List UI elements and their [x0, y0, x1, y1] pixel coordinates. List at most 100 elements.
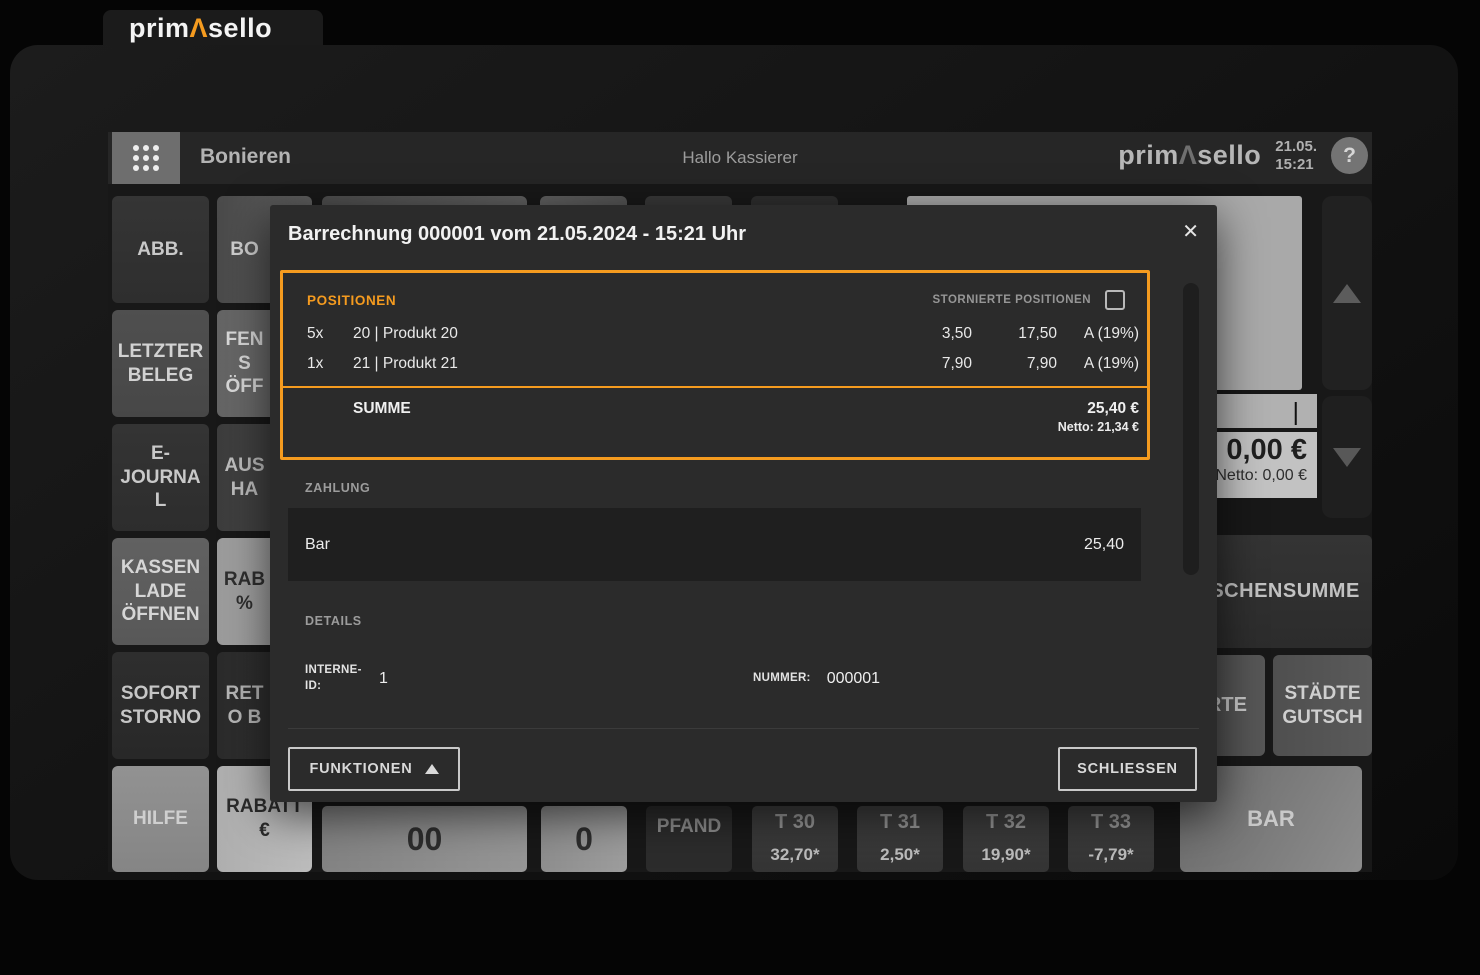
nummer-value: 000001 [827, 670, 880, 688]
button-label: RAB % [222, 568, 267, 616]
button-label: FENS ÖFF [222, 328, 267, 399]
arrow-up-icon [1333, 284, 1361, 303]
item-total: 17,50 [972, 325, 1057, 343]
schliessen-button[interactable]: SCHLIESSEN [1058, 747, 1197, 791]
footer-divider [288, 728, 1199, 729]
question-mark-icon: ? [1343, 144, 1356, 168]
interne-id-value: 1 [379, 670, 388, 688]
logo-text: sello [1197, 140, 1261, 170]
button-label: HILFE [133, 807, 188, 831]
button-label: SCHLIESSEN [1077, 761, 1178, 777]
item-name: 21 | Produkt 21 [353, 355, 892, 373]
nummer-label: NUMMER: [753, 671, 811, 687]
details-row: INTERNE-ID: 1 NUMMER: 000001 [305, 653, 1165, 705]
table-33-button[interactable]: T 33 -7,79* [1068, 806, 1154, 872]
screen: primΛsello Bonieren Hallo Kassierer prim… [0, 0, 1480, 975]
sidebar-item-hilfe[interactable]: HILFE [112, 766, 209, 872]
button-label: ABB. [137, 238, 183, 262]
close-icon[interactable]: ✕ [1182, 219, 1199, 244]
summe-label: SUMME [353, 400, 411, 418]
button-label: T 31 [880, 811, 920, 834]
scroll-down-button[interactable] [1322, 396, 1372, 518]
zahlung-heading: ZAHLUNG [305, 481, 370, 495]
keypad-00-button[interactable]: 00 [322, 806, 527, 872]
keypad-0-button[interactable]: 0 [541, 806, 627, 872]
dialog-scrollbar[interactable] [1183, 283, 1199, 575]
item-total: 7,90 [972, 355, 1057, 373]
button-label: PFAND [657, 816, 721, 838]
sidebar-item-sofort-storno[interactable]: SOFORT STORNO [112, 652, 209, 759]
button-label: SOFORT STORNO [117, 682, 204, 730]
payment-amount: 25,40 [1084, 536, 1124, 554]
item-unit-price: 7,90 [892, 355, 972, 373]
button-label: T 30 [775, 811, 815, 834]
zahlung-row: Bar 25,40 [288, 508, 1141, 581]
table-30-button[interactable]: T 30 32,70* [752, 806, 838, 872]
button-label: STÄDTE GUTSCH [1278, 682, 1367, 730]
button-label: E-JOURNAL [117, 442, 204, 513]
button-label: 0 [575, 821, 593, 858]
item-qty: 1x [307, 355, 353, 373]
details-heading: DETAILS [305, 614, 362, 628]
chevron-up-icon [425, 764, 439, 774]
button-label: LETZTER BELEG [117, 340, 204, 388]
staedte-gutschein-button[interactable]: STÄDTE GUTSCH [1273, 655, 1372, 756]
sidebar-item-abbruch[interactable]: ABB. [112, 196, 209, 303]
logo-text: prim [129, 13, 190, 43]
logo-text: prim [1118, 140, 1179, 170]
item-tax: A (19%) [1057, 355, 1139, 373]
interne-id-label: INTERNE-ID: [305, 663, 369, 694]
button-label: RETO B [222, 682, 267, 730]
button-label: BAR [1247, 805, 1295, 833]
header-right-cluster: primΛsello 21.05. 15:21 ? [1118, 137, 1368, 174]
dialog-title: Barrechnung 000001 vom 21.05.2024 - 15:2… [288, 223, 746, 246]
stornierte-positionen-checkbox[interactable] [1105, 290, 1125, 310]
table-amount: 32,70* [770, 845, 819, 865]
table-31-button[interactable]: T 31 2,50* [857, 806, 943, 872]
time-label: 15:21 [1275, 156, 1317, 174]
primasello-logo: primΛsello [129, 13, 272, 44]
help-button[interactable]: ? [1331, 137, 1368, 174]
summe-divider [283, 386, 1147, 388]
logo-caret-icon: Λ [1179, 140, 1198, 170]
app-logo-tab: primΛsello [103, 10, 323, 46]
item-unit-price: 3,50 [892, 325, 972, 343]
summe-value: 25,40 € [1087, 400, 1139, 418]
netto-value: Netto: 21,34 € [307, 420, 1139, 434]
sidebar-item-letzter-beleg[interactable]: LETZTER BELEG [112, 310, 209, 417]
button-label: 00 [407, 821, 443, 858]
position-row: 1x 21 | Produkt 21 7,90 7,90 A (19%) [307, 355, 1139, 373]
button-label: AUS HA [222, 454, 267, 502]
text-cursor: | [1293, 398, 1300, 427]
logo-caret-icon: Λ [190, 13, 209, 43]
receipt-dialog: Barrechnung 000001 vom 21.05.2024 - 15:2… [270, 205, 1217, 802]
funktionen-button[interactable]: FUNKTIONEN [288, 747, 460, 791]
primasello-logo-header: primΛsello [1118, 140, 1261, 171]
button-label: BO [230, 238, 259, 262]
date-label: 21.05. [1275, 138, 1317, 156]
sidebar-item-kassenlade-oeffnen[interactable]: KASSENLADE ÖFFNEN [112, 538, 209, 645]
payment-method: Bar [305, 536, 330, 554]
button-label: T 32 [986, 811, 1026, 834]
button-label: KASSENLADE ÖFFNEN [117, 556, 204, 627]
button-label: RABATT € [222, 795, 307, 843]
item-name: 20 | Produkt 20 [353, 325, 892, 343]
button-label: FUNKTIONEN [309, 761, 412, 777]
table-amount: 2,50* [880, 845, 920, 865]
scroll-up-button[interactable] [1322, 196, 1372, 390]
positions-panel: POSITIONEN STORNIERTE POSITIONEN 5x 20 |… [280, 270, 1150, 460]
datetime: 21.05. 15:21 [1275, 138, 1317, 174]
table-amount: 19,90* [981, 845, 1030, 865]
table-32-button[interactable]: T 32 19,90* [963, 806, 1049, 872]
logo-text: sello [208, 13, 272, 43]
position-row: 5x 20 | Produkt 20 3,50 17,50 A (19%) [307, 325, 1139, 343]
arrow-down-icon [1333, 448, 1361, 467]
item-tax: A (19%) [1057, 325, 1139, 343]
stornierte-positionen-label: STORNIERTE POSITIONEN [932, 294, 1091, 306]
button-label: T 33 [1091, 811, 1131, 834]
sidebar-item-e-journal[interactable]: E-JOURNAL [112, 424, 209, 531]
table-amount: -7,79* [1088, 845, 1133, 865]
positions-heading: POSITIONEN [307, 293, 396, 308]
item-qty: 5x [307, 325, 353, 343]
pfand-button[interactable]: PFAND [646, 806, 732, 872]
